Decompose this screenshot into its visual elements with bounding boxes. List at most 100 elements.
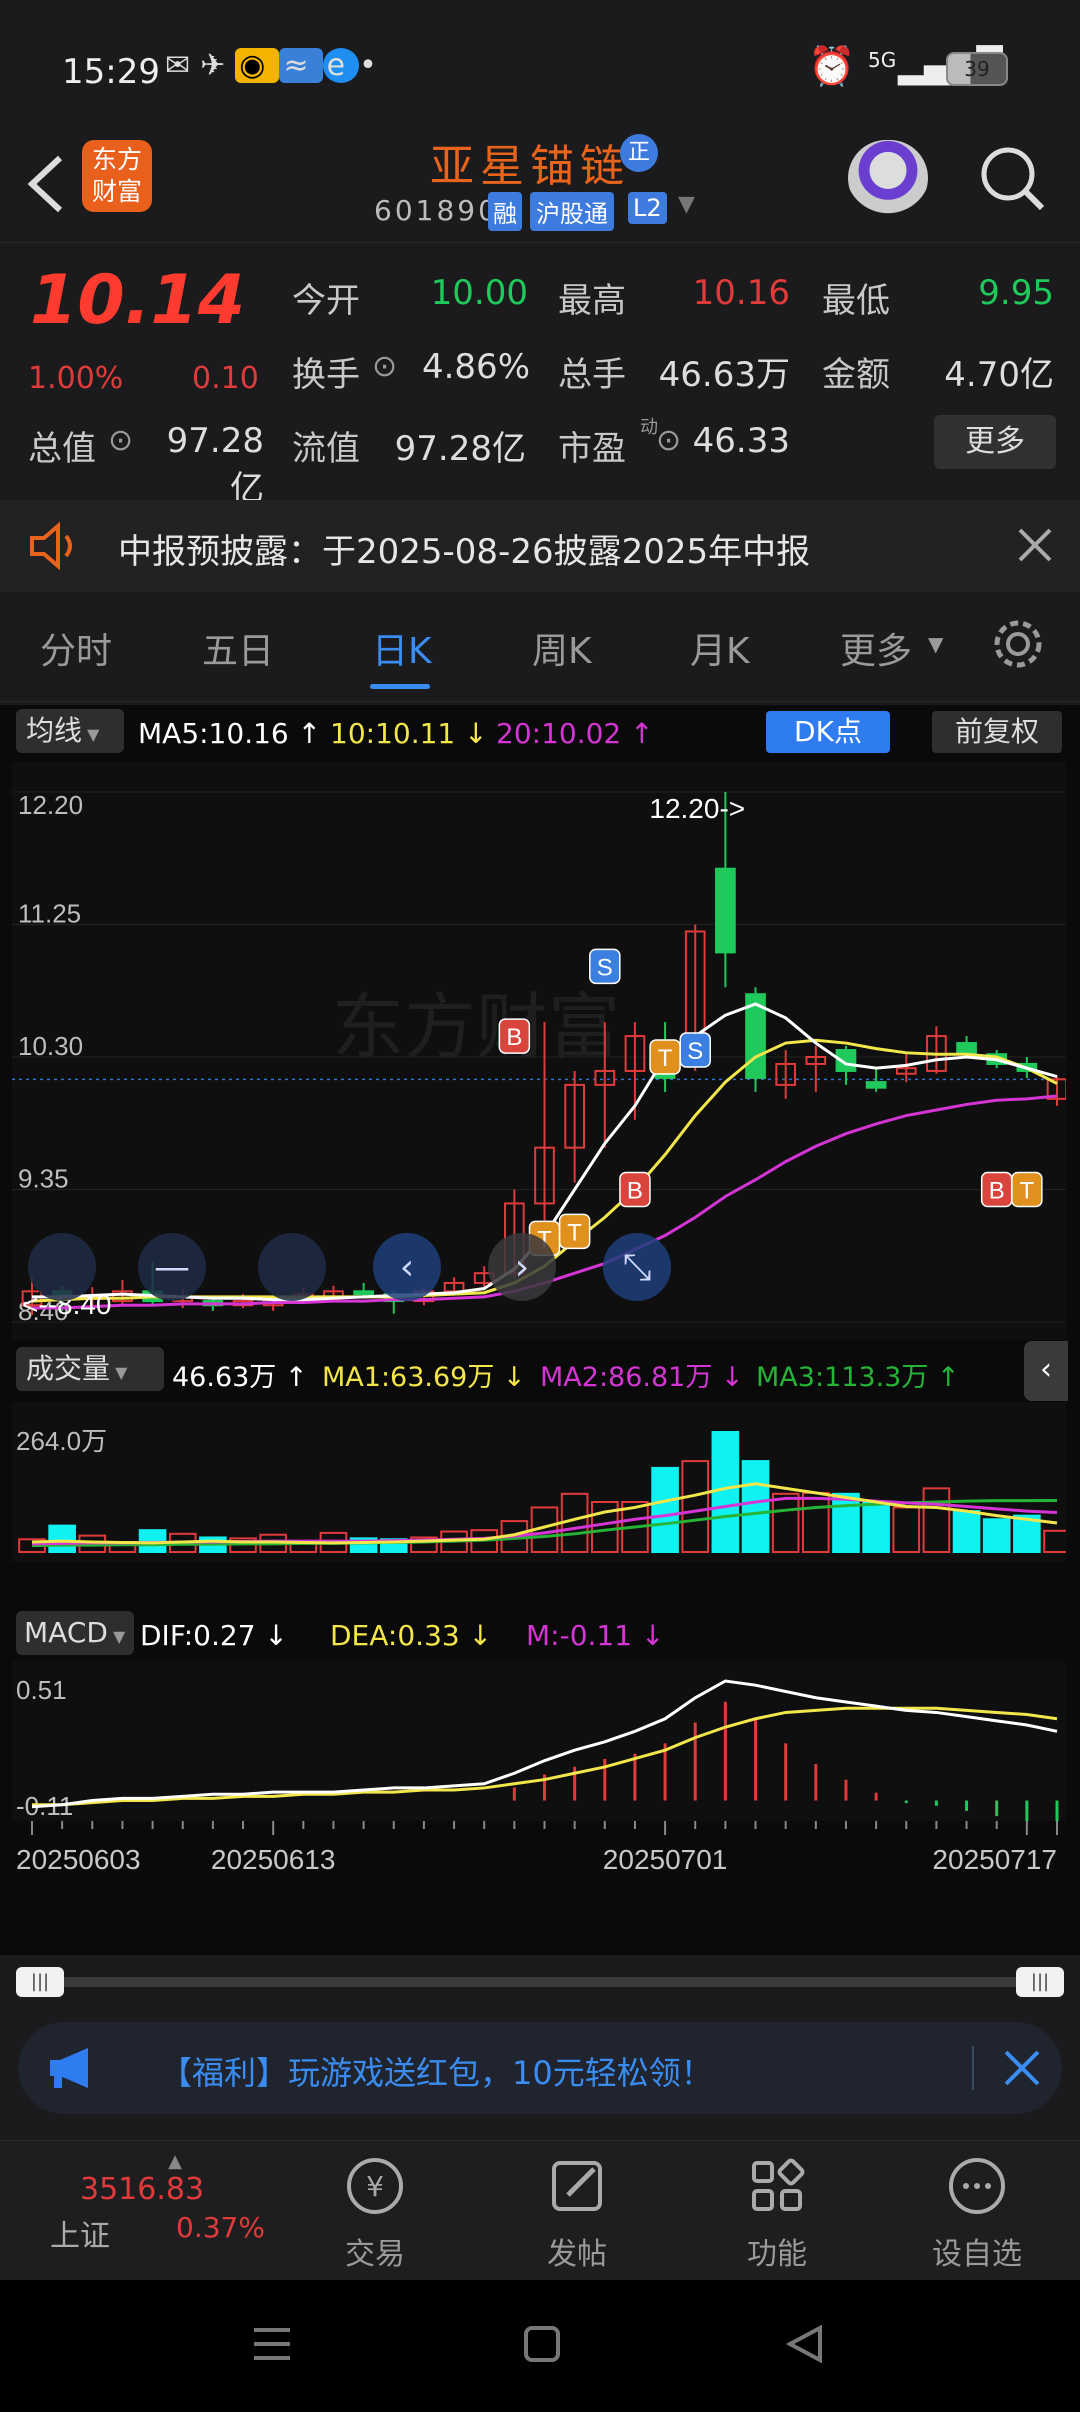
arrow-down-icon: ↓: [494, 1362, 526, 1393]
edit-icon: [552, 2161, 602, 2211]
volume-bar: [982, 1518, 1011, 1553]
macd-label: MACD: [24, 1616, 108, 1649]
quote-panel: 10.14 1.00% 0.10 今开 10.00 最高 10.16 最低 9.…: [0, 242, 1080, 509]
nav-functions[interactable]: 功能: [707, 2151, 847, 2273]
chevron-down-icon: ▼: [928, 632, 944, 656]
signal-label: B: [989, 1178, 1005, 1205]
ma5-value: MA5:10.16: [138, 717, 289, 750]
expand-caret-icon[interactable]: ▼: [678, 192, 695, 217]
tab-monthly-k[interactable]: 月K: [690, 622, 750, 674]
info-icon[interactable]: ⊙: [108, 423, 133, 458]
high-label: 最高: [558, 281, 626, 321]
dk-button[interactable]: DK点: [766, 711, 890, 753]
nav-add-watchlist[interactable]: 设自选: [907, 2151, 1047, 2273]
tab-more[interactable]: 更多: [840, 622, 912, 674]
y-tick-label: 10.30: [18, 1031, 83, 1061]
chart-nav-button[interactable]: [28, 1233, 96, 1301]
grid-icon: [752, 2158, 805, 2211]
more-button[interactable]: 更多: [934, 415, 1056, 469]
chart-nav-icon: ›: [515, 1247, 529, 1288]
nav-trade[interactable]: ¥ 交易: [305, 2151, 445, 2273]
macd-select[interactable]: MACD ▼: [16, 1611, 134, 1655]
robot-avatar-icon[interactable]: [848, 140, 928, 216]
battery-level: 39: [964, 57, 990, 81]
y-tick-label: 12.20: [18, 790, 83, 820]
dif-value: DIF:0.27: [140, 1619, 256, 1652]
amount-label: 金额: [822, 355, 890, 395]
arrow-down-icon: ↓: [255, 1619, 288, 1652]
tab-daily-k[interactable]: 日K: [372, 622, 432, 674]
range-slider-left-handle[interactable]: |||: [16, 1967, 64, 1997]
vol-ma3-legend: MA3:113.3万 ↑: [756, 1355, 960, 1394]
low-value: 9.95: [978, 273, 1054, 313]
menu-icon[interactable]: [250, 2322, 294, 2366]
index-change: 0.37%: [176, 2211, 265, 2244]
tag-margin: 融: [488, 192, 522, 231]
pe-value: 46.33: [692, 421, 790, 461]
dea-value: DEA:0.33: [330, 1619, 460, 1652]
y-tick-label: 11.25: [18, 899, 81, 929]
volume-chart[interactable]: 264.0万: [12, 1402, 1066, 1562]
close-icon[interactable]: [1002, 2048, 1042, 2088]
arrow-down-icon: ↓: [632, 1619, 665, 1652]
back-icon[interactable]: [22, 150, 68, 218]
chart-nav-icon: ⤡: [623, 1247, 652, 1288]
candle: [956, 1042, 977, 1056]
stock-name[interactable]: 亚星锚链: [430, 130, 630, 194]
collapse-button[interactable]: ‹: [1024, 1341, 1068, 1401]
search-icon[interactable]: [978, 144, 1048, 214]
period-tabs: 分时 五日 日K 周K 月K 更多 ▼: [0, 592, 1080, 702]
x-tick-label: 20250717: [932, 1844, 1057, 1875]
range-slider-track[interactable]: [30, 1977, 1050, 1987]
stock-code: 601890: [374, 194, 499, 227]
signal-label: S: [597, 954, 613, 981]
macd-chart[interactable]: 0.51-0.11: [12, 1661, 1066, 1821]
x-tick-label: 20250701: [603, 1844, 728, 1875]
float-label: 流值: [292, 429, 360, 469]
current-price: 10.14: [30, 261, 246, 340]
y-tick-label: 264.0万: [16, 1426, 107, 1456]
tab-weekly-k[interactable]: 周K: [532, 622, 592, 674]
dif-legend: DIF:0.27 ↓: [140, 1619, 288, 1652]
mktcap-label: 总值: [28, 429, 96, 469]
index-ticker[interactable]: ▲ 3516.83 上证 0.37%: [40, 2151, 265, 2254]
signal-label: B: [627, 1178, 643, 1205]
more-dots-icon: [949, 2158, 1005, 2214]
fq-button[interactable]: 前复权: [932, 711, 1062, 753]
status-time: 15:29: [62, 52, 160, 92]
info-icon[interactable]: ⊙: [656, 423, 681, 458]
promo-banner[interactable]: 【福利】玩游戏送红包，10元轻松领！: [18, 2022, 1062, 2114]
turnover-label: 换手: [292, 355, 360, 395]
chevron-down-icon: ▼: [107, 1627, 126, 1646]
close-icon[interactable]: [1016, 526, 1054, 564]
arrow-down-icon: ↓: [459, 1619, 493, 1652]
tab-intraday[interactable]: 分时: [40, 622, 112, 674]
chart-nav-button[interactable]: [258, 1233, 326, 1301]
gear-icon[interactable]: [990, 616, 1046, 672]
stock-badge: 正: [620, 134, 658, 172]
info-icon[interactable]: ⊙: [372, 349, 397, 384]
notice-bar[interactable]: 中报预披露：于2025-08-26披露2025年中报: [0, 500, 1080, 592]
arrow-down-icon: ↓: [712, 1362, 744, 1393]
candlestick-chart[interactable]: 12.2011.2510.309.358.40东方财富12.20-><--8.4…: [12, 762, 1066, 1340]
candle: [353, 1290, 374, 1296]
home-icon[interactable]: [520, 2322, 564, 2366]
range-slider-right-handle[interactable]: |||: [1016, 1967, 1064, 1997]
ma20-value: 20:10.02: [496, 717, 622, 750]
arrow-up-icon: ↑: [288, 717, 322, 750]
nav-post[interactable]: 发帖: [507, 2151, 647, 2273]
status-bar: 15:29 ✉✈◉≈e• ⏰ 5G ▂▄▆█ 39: [0, 0, 1080, 130]
low-label: 最低: [822, 281, 890, 321]
ma10-value: 10:10.11: [330, 717, 456, 750]
ma20-legend: 20:10.02 ↑: [496, 717, 654, 750]
back-nav-icon[interactable]: [782, 2322, 826, 2366]
signal-label: T: [658, 1045, 673, 1072]
system-navigation-bar: [0, 2280, 1080, 2412]
vol-legend: 46.63万 ↑: [172, 1355, 308, 1394]
tab-five-day[interactable]: 五日: [202, 622, 274, 674]
signal-label: 5G: [868, 48, 897, 72]
volume-bar: [651, 1466, 679, 1553]
indicator-select[interactable]: 均线 ▼: [16, 709, 124, 753]
index-name: 上证: [50, 2219, 110, 2254]
volume-select[interactable]: 成交量 ▼: [16, 1347, 164, 1391]
